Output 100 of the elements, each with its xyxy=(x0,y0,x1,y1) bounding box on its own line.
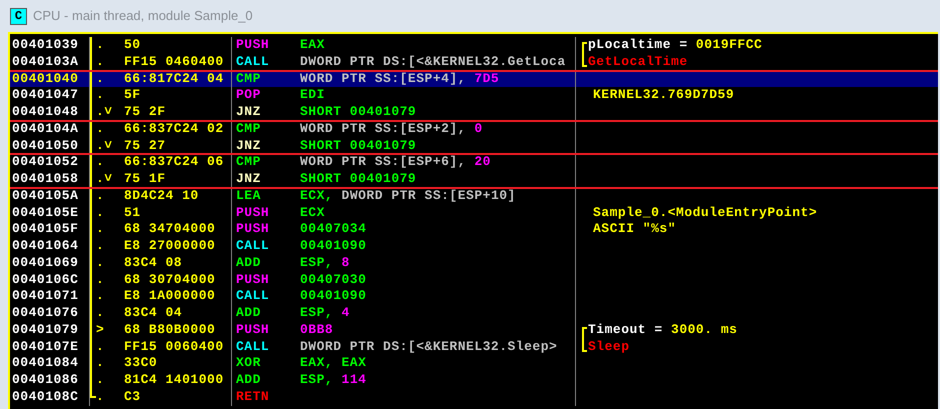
hex-cell: FF15 0060400 xyxy=(124,338,224,354)
hex-cell: 68 34704000 xyxy=(124,221,216,236)
address-cell: 00401064 xyxy=(12,238,78,253)
address-cell: 0040108C xyxy=(12,388,78,404)
jump-marker: .˅ xyxy=(96,138,113,154)
hex-cell: C3 xyxy=(124,388,141,404)
jump-marker: . xyxy=(96,372,104,389)
window-title: CPU - main thread, module Sample_0 xyxy=(33,7,253,26)
operand-cell: ECX xyxy=(300,204,325,220)
mnemonic-cell: XOR xyxy=(236,355,261,370)
jump-marker: . xyxy=(96,272,104,288)
hex-cell: 66:817C24 04 xyxy=(124,70,224,86)
operand-cell: ESP, 8 xyxy=(300,254,350,270)
operand-cell: 00407030 xyxy=(300,272,366,286)
address-cell: 0040103A xyxy=(12,54,78,69)
hex-cell: 51 xyxy=(124,204,141,220)
hex-cell: 8D4C24 10 xyxy=(124,188,199,203)
hex-cell: 50 xyxy=(124,37,141,52)
hex-cell: 75 27 xyxy=(124,138,166,152)
comment-cell-text: ASCII "%s" xyxy=(592,221,676,238)
mnemonic-cell: CALL xyxy=(236,54,270,69)
address-cell: 00401086 xyxy=(12,372,78,387)
address-cell: 00401048 xyxy=(12,104,78,119)
hex-cell: 83C4 04 xyxy=(124,305,182,320)
address-cell: 00401071 xyxy=(12,288,78,304)
hex-cell: 33C0 xyxy=(124,355,158,370)
jump-marker: . xyxy=(96,54,104,70)
address-cell: 00401050 xyxy=(12,138,78,152)
mnemonic-cell: PUSH xyxy=(236,322,270,337)
address-cell: 00401076 xyxy=(12,305,78,320)
mnemonic-cell: ADD xyxy=(236,372,261,387)
jump-marker: . xyxy=(96,188,104,204)
mnemonic-cell: CMP xyxy=(236,120,261,136)
mnemonic-cell: LEA xyxy=(236,188,261,203)
address-cell: 0040105F xyxy=(12,221,78,236)
operand-cell: WORD PTR SS:[ESP+6], 20 xyxy=(300,154,491,170)
comment-cell: Sleep xyxy=(587,338,630,356)
hex-cell: 68 B80B0000 xyxy=(124,322,216,337)
address-cell: 00401069 xyxy=(12,254,78,270)
jump-marker: . xyxy=(96,238,104,255)
hex-cell: E8 1A000000 xyxy=(124,288,216,304)
jump-marker: . xyxy=(96,355,104,372)
jump-marker: . xyxy=(96,204,104,222)
mnemonic-cell: POP xyxy=(236,87,261,102)
hex-cell: 83C4 08 xyxy=(124,254,182,270)
jump-marker: . xyxy=(96,70,104,88)
address-cell: 0040106C xyxy=(12,272,78,286)
operand-cell: SHORT 00401079 xyxy=(300,138,416,152)
hex-cell: 81C4 1401000 xyxy=(124,372,224,387)
address-cell: 00401058 xyxy=(12,171,78,186)
mnemonic-cell: CALL xyxy=(236,338,270,354)
hex-cell: 66:837C24 06 xyxy=(124,154,224,170)
operand-cell: 00401090 xyxy=(300,288,366,304)
mnemonic-cell: JNZ xyxy=(236,171,261,186)
address-cell: 0040105E xyxy=(12,204,78,220)
comment-cell: GetLocalTime xyxy=(587,54,688,70)
jump-marker: . xyxy=(96,221,104,238)
hex-cell: 66:837C24 02 xyxy=(124,120,224,136)
operand-cell: 0BB8 xyxy=(300,322,334,337)
operand-cell: 00407034 xyxy=(300,221,366,236)
address-cell: 00401079 xyxy=(12,322,78,337)
mnemonic-cell: PUSH xyxy=(236,37,270,52)
mnemonic-cell: PUSH xyxy=(236,221,270,236)
address-cell: 0040107E xyxy=(12,338,78,354)
mnemonic-cell: JNZ xyxy=(236,138,261,152)
operand-cell: 00401090 xyxy=(300,238,366,253)
jump-marker: . xyxy=(96,87,104,104)
address-cell: 00401039 xyxy=(12,37,78,52)
jump-marker: .˅ xyxy=(96,104,113,121)
mnemonic-cell: RETN xyxy=(236,388,270,404)
jump-marker: > xyxy=(96,322,104,338)
hex-cell: 5F xyxy=(124,87,141,102)
jump-marker: .˅ xyxy=(96,171,113,188)
operand-cell: ESP, 4 xyxy=(300,305,350,320)
address-cell: 00401052 xyxy=(12,154,78,170)
jump-marker: . xyxy=(96,254,104,272)
operand-cell: SHORT 00401079 xyxy=(300,104,416,119)
hex-cell: FF15 0460400 xyxy=(124,54,224,69)
operand-cell: SHORT 00401079 xyxy=(300,171,416,186)
operand-cell: WORD PTR SS:[ESP+4], 7D5 xyxy=(300,70,500,86)
address-cell: 0040105A xyxy=(12,188,78,203)
address-cell: 00401084 xyxy=(12,355,78,370)
operand-cell: EAX, EAX xyxy=(300,355,366,370)
comment-cell-text: Sample_0.<ModuleEntryPoint> xyxy=(592,204,818,222)
hex-cell: 75 1F xyxy=(124,171,166,186)
mnemonic-cell: CMP xyxy=(236,70,261,86)
mnemonic-cell: ADD xyxy=(236,254,261,270)
jump-marker: . xyxy=(96,288,104,305)
comment-cell-text: KERNEL32.769D7D59 xyxy=(592,87,734,104)
hex-cell: 68 30704000 xyxy=(124,272,216,286)
jump-marker: . xyxy=(96,338,104,356)
operand-cell: EDI xyxy=(300,87,325,102)
address-cell: 00401047 xyxy=(12,87,78,102)
mnemonic-cell: PUSH xyxy=(236,204,270,220)
mnemonic-cell: CALL xyxy=(236,238,270,253)
comment-cell: Timeout = 3000. ms xyxy=(587,322,738,338)
jump-marker: . xyxy=(96,154,104,171)
comment-cell: pLocaltime = 0019FFCC xyxy=(587,37,762,54)
hex-cell: E8 27000000 xyxy=(124,238,216,253)
jump-marker: . xyxy=(96,388,104,406)
